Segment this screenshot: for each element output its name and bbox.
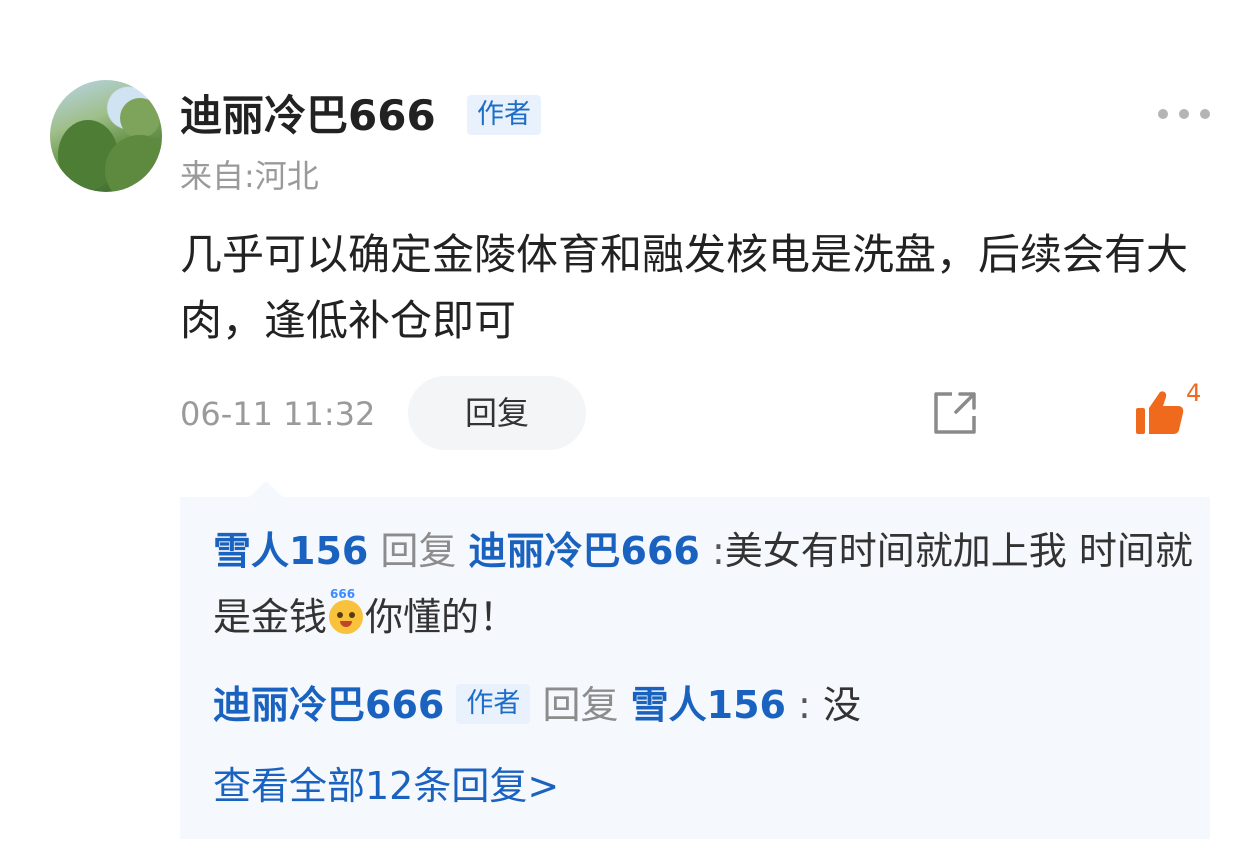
avatar[interactable] [50,80,162,192]
post-location: 来自:河北 [180,157,319,195]
reply-verb: 回复 [542,683,619,727]
reply-button[interactable]: 回复 [408,376,586,450]
reply-verb: 回复 [380,529,457,573]
reply-text: 没 [822,683,861,727]
reply-colon: : [798,683,811,727]
reply-box-pointer [248,481,284,498]
reply-from[interactable]: 迪丽冷巴666 [213,683,444,727]
more-dots-icon[interactable] [1158,104,1210,124]
post-timestamp: 06-11 11:32 [180,395,376,433]
view-all-replies-link[interactable]: 查看全部12条回复> [213,756,559,816]
reply-to[interactable]: 迪丽冷巴666 [469,529,700,573]
like-count: 4 [1186,379,1202,407]
reply-colon: : [711,529,725,573]
reply-item[interactable]: 迪丽冷巴666 作者 回复 雪人156 : 没 [213,672,1193,738]
thumbs-up-icon[interactable] [1134,388,1186,436]
reply-to[interactable]: 雪人156 [631,683,786,727]
post-username[interactable]: 迪丽冷巴666 [180,88,436,144]
share-icon[interactable] [930,388,980,438]
author-badge: 作者 [456,684,531,724]
reply-item[interactable]: 雪人156 回复 迪丽冷巴666 :美女有时间就加上我 时间就是金钱 666 你懂的… [213,518,1193,650]
reply-from[interactable]: 雪人156 [213,529,368,573]
emoji-666-icon: 666 [329,587,364,634]
author-badge: 作者 [467,95,541,135]
post-content: 几乎可以确定金陵体育和融发核电是洗盘，后续会有大肉，逢低补仓即可 [180,230,1189,345]
reply-text-after: 你懂的！ [365,595,518,639]
